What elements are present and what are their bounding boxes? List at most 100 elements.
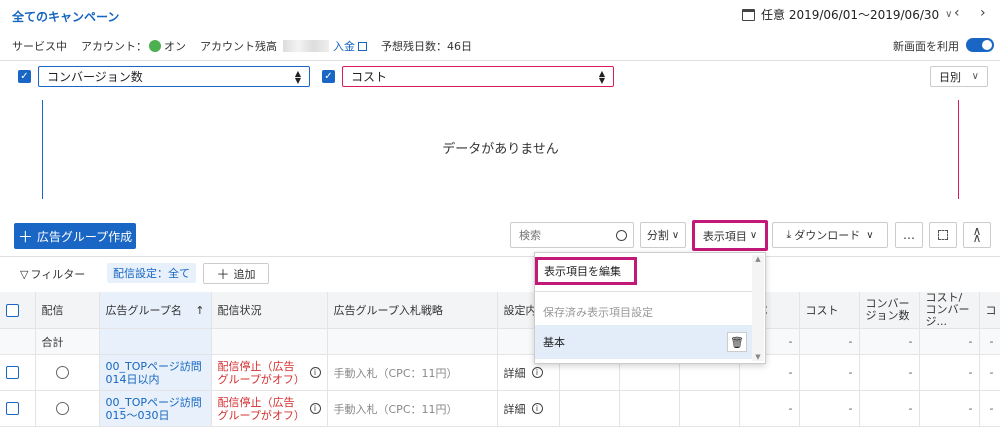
download-icon: ⤓ [786, 228, 792, 241]
remaining-days: 予想残日数：46日 [381, 40, 472, 53]
scroll-down-icon[interactable]: ▼ [752, 353, 764, 361]
col-delivery[interactable]: 配信 [35, 292, 100, 329]
add-filter-button[interactable]: ＋ 追加 [203, 263, 269, 284]
select-all-checkbox[interactable] [6, 303, 19, 317]
info-icon[interactable]: i [309, 403, 321, 414]
settings-details-link[interactable]: 詳細 [504, 401, 526, 417]
total-cell: - [919, 328, 980, 355]
total-cell: - [979, 328, 1000, 355]
col-cost[interactable]: コスト [799, 292, 860, 329]
edit-columns-item[interactable]: 表示項目を編集 [535, 257, 637, 285]
collapse-button[interactable]: ∧ ∧ [963, 222, 991, 248]
select-all-cell[interactable] [0, 292, 36, 329]
metric2-select[interactable]: コスト ▲ ▼ [342, 66, 614, 87]
col-adgroup-label: 広告グループ名 [105, 304, 182, 317]
scroll-up-icon[interactable]: ▲ [752, 255, 764, 263]
balance-redacted [283, 40, 329, 52]
col-conversions[interactable]: コンバージョン数 [859, 292, 920, 329]
sort-ascending-icon: ↑ [195, 303, 205, 317]
download-button[interactable]: ⤓ ダウンロード ∨ [772, 222, 888, 248]
metric2-value: コスト [351, 70, 388, 84]
chart-empty-message: データがありません [442, 142, 559, 157]
metric1-value: コンバージョン数 [47, 70, 143, 84]
filter-icon: ▽ [20, 267, 29, 281]
data-cell: - [979, 354, 1000, 391]
balance-label: アカウント残高 [200, 40, 277, 53]
search-box[interactable] [510, 222, 634, 248]
date-range-picker[interactable]: 任意 2019/06/01〜2019/06/30 ∨ [742, 6, 952, 23]
service-status: サービス中 [12, 40, 67, 53]
chevron-down-icon: ∨ [866, 229, 874, 241]
chevron-down-icon: ∨ [749, 230, 758, 241]
metric1-checkbox[interactable]: ✓ [18, 70, 31, 83]
adgroup-name-link[interactable]: 00_TOPページ訪問015〜030日 [99, 390, 212, 427]
filter-chip[interactable]: 配信設定：全て [107, 263, 196, 283]
columns-button[interactable]: 表示項目 ∨ [692, 220, 768, 251]
info-icon[interactable]: i [309, 367, 321, 378]
total-cell: - [859, 328, 920, 355]
filter-label: フィルター [30, 268, 86, 281]
prev-period-button[interactable]: ‹ [954, 5, 960, 21]
new-screen-toggle[interactable] [966, 38, 994, 52]
delivery-status: 配信停止（広告グループがオフ） [217, 395, 305, 422]
page-title[interactable]: 全てのキャンペーン [12, 8, 119, 25]
data-cell: - [799, 354, 860, 391]
deposit-link[interactable]: 入金 [333, 38, 355, 54]
preset-basic-item[interactable]: 基本 🗑 [535, 325, 753, 359]
data-cell: - [979, 390, 1000, 427]
table-row[interactable]: 00_TOPページ訪問014日以内 配信停止（広告グループがオフ） i 手動入札（… [0, 354, 1000, 391]
filter-button[interactable]: ▽ フィルター [20, 266, 85, 282]
data-cell: - [859, 390, 920, 427]
dropdown-scrollbar[interactable]: ▲ ▼ [752, 255, 764, 361]
col-bid-strategy[interactable]: 広告グループ入札戦略 [327, 292, 498, 329]
chevron-down-icon: ∨ [971, 71, 979, 82]
chevron-down-icon: ∨ [945, 9, 953, 20]
info-icon[interactable]: i [531, 403, 543, 414]
columns-label: 表示項目 [702, 229, 747, 243]
row-checkbox[interactable] [6, 366, 19, 379]
total-label: 合計 [35, 328, 100, 355]
settings-details-link[interactable]: 詳細 [504, 365, 526, 381]
row-checkbox[interactable] [6, 402, 19, 415]
divider [535, 291, 753, 292]
col-cost-per-conversion[interactable]: コスト/コンバージ... [919, 292, 980, 329]
search-icon[interactable] [616, 229, 627, 241]
divider [0, 60, 1000, 61]
divider [0, 256, 1000, 257]
data-cell: - [799, 390, 860, 427]
account-status-bar: サービス中 アカウント： オン アカウント残高 入金 予想残日数：46日 [12, 38, 472, 54]
col-status[interactable]: 配信状況 [211, 292, 328, 329]
table-row[interactable]: 00_TOPページ訪問015〜030日 配信停止（広告グループがオフ） i 手動入… [0, 390, 1000, 427]
col-adgroup-name[interactable]: 広告グループ名 ↑ [99, 292, 212, 329]
create-adgroup-button[interactable]: ＋ 広告グループ作成 [14, 223, 136, 249]
columns-dropdown-menu: 表示項目を編集 保存済み表示項目設定 基本 🗑 ▲ ▼ [534, 252, 766, 364]
info-icon[interactable]: i [531, 367, 543, 378]
period-select[interactable]: 日別 ∨ [930, 66, 988, 87]
chevron-down-icon: ∨ [671, 229, 680, 241]
date-range-text: 任意 2019/06/01〜2019/06/30 [761, 8, 940, 22]
adgroup-name-link[interactable]: 00_TOPページ訪問014日以内 [99, 354, 212, 391]
account-label: アカウント： [81, 40, 147, 53]
delivery-radio[interactable] [55, 402, 69, 415]
saved-columns-header: 保存済み表示項目設定 [543, 306, 653, 319]
trash-icon[interactable]: 🗑 [727, 332, 747, 352]
total-row: 合計 - - - - - - - - [0, 328, 1000, 355]
more-options-button[interactable]: … [895, 222, 923, 248]
sort-arrows-icon: ▲ ▼ [294, 68, 301, 85]
col-next[interactable]: コ [979, 292, 1000, 329]
chart-right-axis [958, 100, 959, 199]
split-label: 分割 [646, 229, 669, 242]
split-button[interactable]: 分割 ∨ [640, 222, 686, 248]
delivery-status: 配信停止（広告グループがオフ） [217, 359, 305, 386]
bid-strategy: 手動入札（CPC：11円） [327, 354, 498, 391]
account-on-indicator [149, 40, 161, 52]
bid-strategy: 手動入札（CPC：11円） [327, 390, 498, 427]
period-value: 日別 [939, 70, 961, 84]
fullscreen-button[interactable] [929, 222, 957, 248]
delivery-radio[interactable] [55, 366, 69, 379]
search-input[interactable] [519, 228, 615, 242]
metric1-select[interactable]: コンバージョン数 ▲ ▼ [38, 66, 310, 87]
next-period-button[interactable]: › [980, 5, 986, 21]
table-header-row: 配信 広告グループ名 ↑ 配信状況 広告グループ入札戦略 設定内容 CPC コス… [0, 292, 1000, 329]
metric2-checkbox[interactable]: ✓ [322, 70, 335, 83]
